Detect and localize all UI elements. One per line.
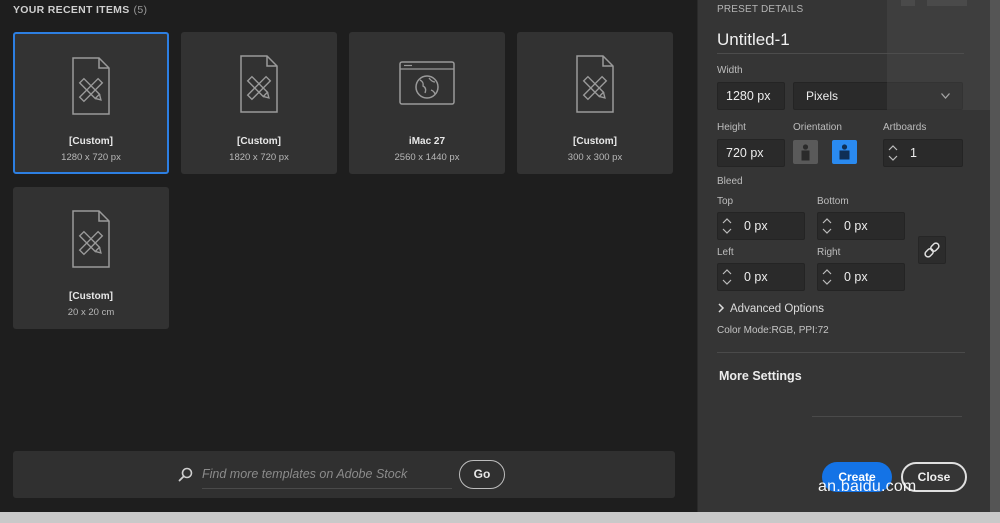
search-underline [202,488,452,489]
bleed-left-field[interactable]: 0 px [717,263,805,291]
recent-items-title: YOUR RECENT ITEMS [13,4,130,16]
landscape-person-icon [839,144,850,160]
window-bottom-edge [0,512,1000,523]
stepper-arrows-icon [822,269,832,285]
recent-item-tile[interactable]: [Custom] 1820 x 720 px [181,32,337,174]
bleed-bottom-label: Bottom [817,196,849,207]
height-field[interactable]: 720 px [717,139,785,167]
landscape-orientation-button[interactable] [832,140,857,164]
recent-item-tile[interactable]: [Custom] 1280 x 720 px [13,32,169,174]
divider [717,352,965,353]
watermark-text: an.baidu.com [818,478,917,495]
overlay-bar [901,0,915,6]
width-label: Width [717,65,743,76]
recent-item-tile[interactable]: [Custom] 20 x 20 cm [13,187,169,329]
bleed-top-field[interactable]: 0 px [717,212,805,240]
tile-size: 1280 x 720 px [61,152,121,163]
portrait-person-icon [801,144,810,161]
tile-size: 20 x 20 cm [67,307,115,318]
document-pencil-ruler-icon [576,55,614,113]
browser-globe-icon [399,61,455,105]
stepper-arrows-icon [722,218,732,234]
document-pencil-ruler-icon [72,57,110,115]
orientation-label: Orientation [793,122,842,133]
bleed-left-value: 0 px [744,270,768,284]
document-pencil-ruler-icon [240,55,278,113]
go-button[interactable]: Go [459,460,505,489]
tile-name: [Custom] [69,136,113,147]
recent-items-count: (5) [133,4,148,16]
tile-name: [Custom] [573,136,617,147]
link-bleed-button[interactable] [918,236,946,264]
tile-size: 2560 x 1440 px [394,152,460,163]
advanced-options-label: Advanced Options [730,303,824,315]
color-mode-summary: Color Mode:RGB, PPI:72 [717,325,829,336]
chain-link-icon [924,242,940,258]
tile-size: 300 x 300 px [567,152,623,163]
artboards-label: Artboards [883,122,927,133]
stepper-arrows-icon [822,218,832,234]
bleed-label: Bleed [717,176,743,187]
unit-select-value: Pixels [806,89,839,103]
search-icon [178,467,193,482]
preset-details-title: PRESET DETAILS [717,4,804,15]
stepper-arrows-icon [722,269,732,285]
document-name-input[interactable]: Untitled-1 [717,30,790,50]
stock-search-bar: Find more templates on Adobe Stock Go [13,451,675,498]
window-overlay [887,0,990,110]
stepper-arrows-icon [888,145,898,161]
stock-search-input[interactable]: Find more templates on Adobe Stock [202,467,407,481]
portrait-orientation-button[interactable] [793,140,818,164]
bleed-right-label: Right [817,247,841,258]
recent-items-pane: YOUR RECENT ITEMS (5) [Custom] 1280 x 720… [0,0,697,523]
tile-size: 1820 x 720 px [229,152,289,163]
advanced-options-toggle[interactable]: Advanced Options [718,303,824,315]
recent-items-header: YOUR RECENT ITEMS (5) [13,4,147,16]
tile-name: iMac 27 [408,136,446,147]
artboards-field[interactable]: 1 [883,139,963,167]
window-edge [990,0,1000,523]
more-settings-button[interactable]: More Settings [719,369,802,383]
bleed-bottom-field[interactable]: 0 px [817,212,905,240]
bleed-left-label: Left [717,247,734,258]
document-pencil-ruler-icon [72,210,110,268]
bleed-top-label: Top [717,196,734,207]
overlay-bar [927,0,967,6]
bleed-right-value: 0 px [844,270,868,284]
width-field[interactable]: 1280 px [717,82,785,110]
divider [812,416,962,417]
bleed-right-field[interactable]: 0 px [817,263,905,291]
tile-name: [Custom] [237,136,281,147]
height-label: Height [717,122,746,133]
tile-name: [Custom] [69,291,113,302]
bleed-bottom-value: 0 px [844,219,868,233]
recent-item-tile[interactable]: [Custom] 300 x 300 px [517,32,673,174]
artboards-value: 1 [910,146,917,160]
recent-item-tile[interactable]: iMac 27 2560 x 1440 px [349,32,505,174]
bleed-top-value: 0 px [744,219,768,233]
chevron-right-icon [718,303,725,313]
